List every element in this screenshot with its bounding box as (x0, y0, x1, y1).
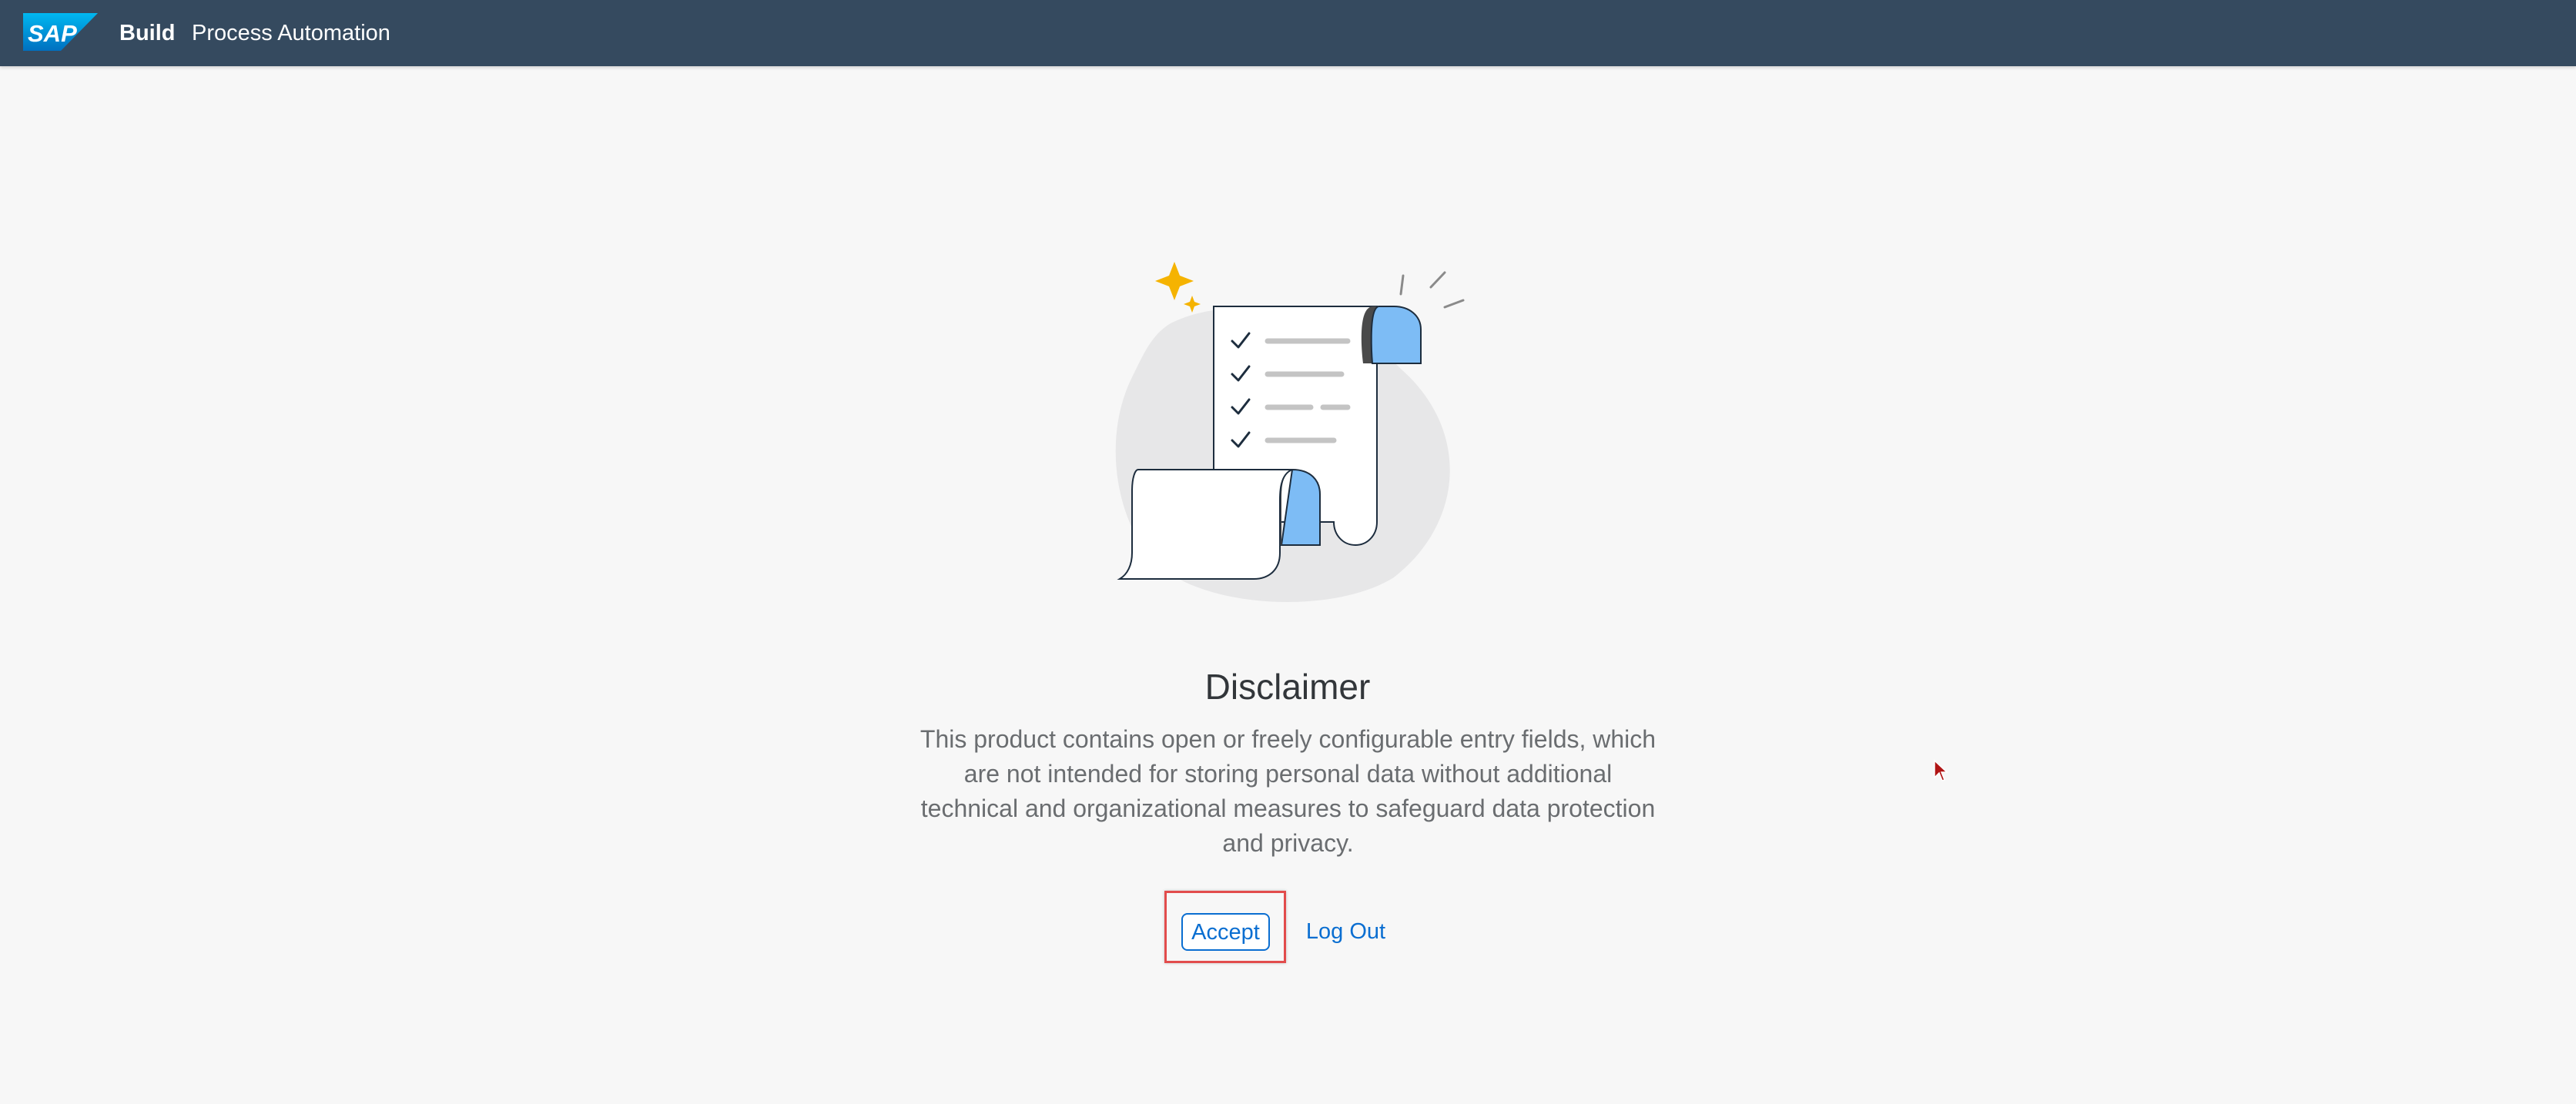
product-title: Process Automation (192, 21, 390, 45)
sparkle-icon (1155, 262, 1201, 313)
sap-logo-icon[interactable]: SAP (23, 13, 98, 51)
page-title: Disclaimer (1204, 667, 1371, 707)
mouse-pointer-icon (1934, 759, 1948, 781)
logout-link[interactable]: Log Out (1301, 913, 1390, 951)
accept-button[interactable]: Accept (1181, 913, 1270, 951)
disclaimer-message: This product contains open or freely con… (920, 725, 1656, 857)
sap-logo-text: SAP (28, 20, 77, 47)
product-brand: Build (119, 21, 176, 45)
document-checklist-scroll-illustration (1115, 262, 1465, 603)
shell-bar: SAP Build Process Automation (0, 0, 2576, 66)
